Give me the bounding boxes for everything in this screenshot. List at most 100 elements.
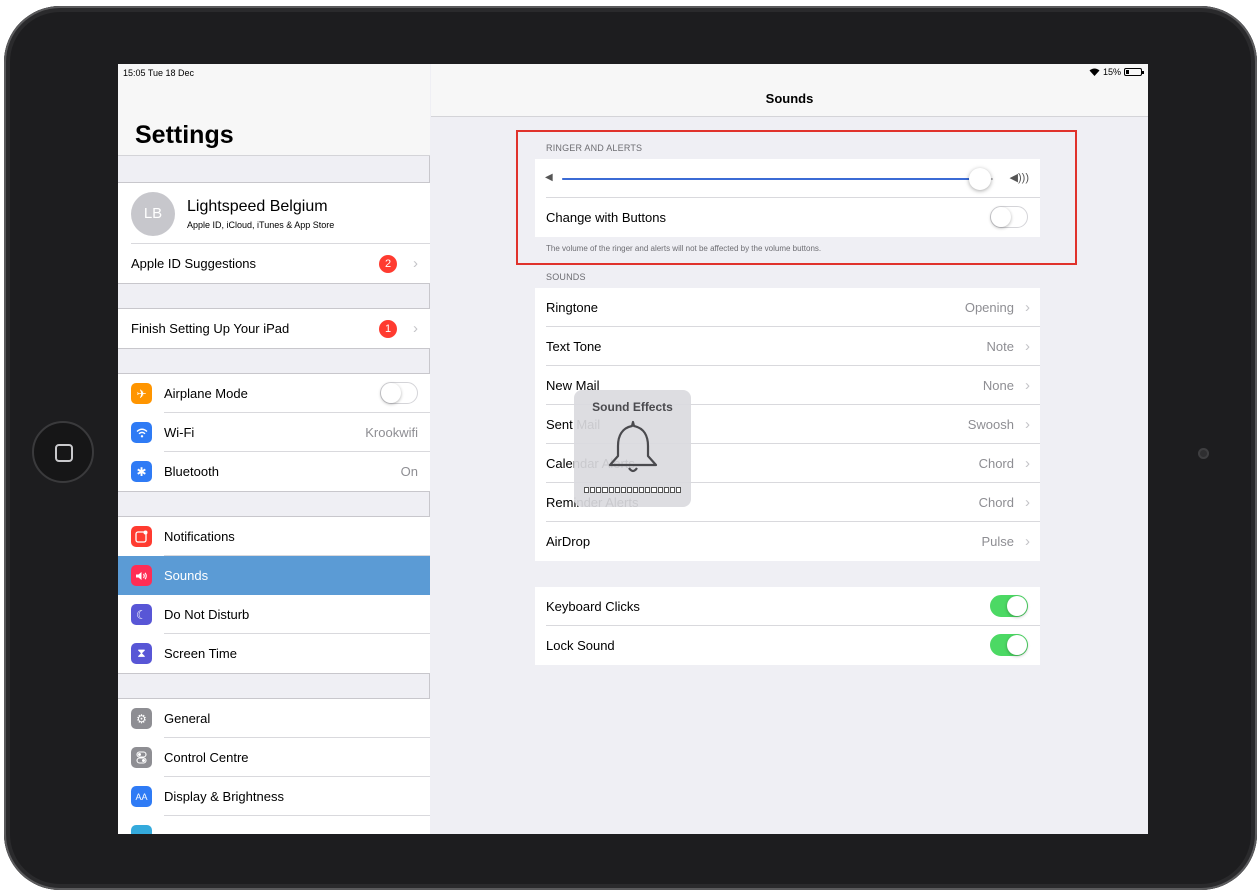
chevron-right-icon: › — [1025, 299, 1030, 316]
hud-level-segment — [596, 487, 602, 493]
notifications-icon — [131, 526, 152, 547]
sound-row-value: Note — [986, 339, 1014, 354]
chevron-right-icon: › — [413, 320, 418, 337]
sidebar-item-finish-setup[interactable]: Finish Setting Up Your iPad 1 › — [118, 309, 430, 348]
account-group: LB Lightspeed Belgium Apple ID, iCloud, … — [118, 182, 430, 284]
sidebar-item-airplane-mode[interactable]: ✈ Airplane Mode — [118, 374, 430, 413]
sidebar-item-notifications[interactable]: Notifications — [118, 517, 430, 556]
hud-level-segment — [651, 487, 657, 493]
hud-level-segment — [639, 487, 645, 493]
sidebar-item-label: Wi-Fi — [164, 425, 195, 440]
keyboard-clicks-label: Keyboard Clicks — [546, 599, 640, 614]
moon-icon: ☾ — [131, 604, 152, 625]
hud-level-segment — [657, 487, 663, 493]
sidebar-item-label: Apple ID Suggestions — [131, 256, 257, 271]
sidebar-item-display-brightness[interactable]: AA Display & Brightness — [118, 777, 430, 816]
hud-level-segment — [602, 487, 608, 493]
sidebar-item-label: Display & Brightness — [164, 789, 284, 804]
sound-row-value: Swoosh — [967, 417, 1014, 432]
sidebar-item-label: Do Not Disturb — [164, 607, 250, 622]
hud-level-segment — [584, 487, 590, 493]
airplane-icon: ✈ — [131, 383, 152, 404]
setup-group: Finish Setting Up Your iPad 1 › — [118, 308, 430, 349]
sidebar-item-control-centre[interactable]: Control Centre — [118, 738, 430, 777]
chevron-right-icon: › — [1025, 533, 1030, 550]
wifi-network-value: Krookwifi — [365, 425, 418, 440]
bluetooth-value: On — [400, 464, 418, 479]
apple-id-profile[interactable]: LB Lightspeed Belgium Apple ID, iCloud, … — [118, 183, 430, 244]
hud-level-segment — [626, 487, 632, 493]
sound-row-value: Chord — [978, 495, 1014, 510]
profile-name: Lightspeed Belgium — [187, 197, 328, 215]
hourglass-icon: ⧗ — [131, 643, 152, 664]
sidebar-item-wallpaper-partial[interactable] — [118, 816, 430, 834]
gear-icon: ⚙ — [131, 708, 152, 729]
sound-row-label: AirDrop — [546, 534, 591, 549]
sound-row-value: None — [982, 378, 1014, 393]
keyboard-clicks-toggle[interactable] — [990, 595, 1028, 617]
annotation-highlight-box — [516, 130, 1077, 265]
hud-level-segment — [620, 487, 626, 493]
sidebar-item-screen-time[interactable]: ⧗ Screen Time — [118, 634, 430, 673]
notification-badge: 2 — [379, 254, 397, 273]
hud-volume-level — [584, 487, 681, 493]
notification-badge: 1 — [379, 319, 397, 338]
hud-level-segment — [633, 487, 639, 493]
sound-row-label: Text Tone — [546, 339, 602, 354]
bell-icon — [608, 420, 658, 473]
settings-sidebar: Settings LB Lightspeed Belgium Apple ID,… — [118, 64, 430, 834]
sound-row-value: Chord — [978, 456, 1014, 471]
status-time: 15:05 Tue 18 Dec — [123, 68, 195, 78]
chevron-right-icon: › — [413, 255, 418, 272]
home-button[interactable] — [32, 421, 94, 483]
battery-icon — [1124, 68, 1144, 76]
alerts-group: Notifications Sounds ☾ Do Not Disturb ⧗ … — [118, 516, 430, 674]
hud-level-segment — [590, 487, 596, 493]
status-bar: 15:05 Tue 18 Dec 15% — [118, 64, 1148, 82]
sound-row-value: Pulse — [981, 534, 1014, 549]
clicks-group: Keyboard Clicks Lock Sound — [535, 587, 1040, 665]
lock-sound-row: Lock Sound — [535, 626, 1040, 665]
detail-title: Sounds — [765, 91, 814, 106]
chevron-right-icon: › — [1025, 338, 1030, 355]
front-camera — [1198, 448, 1209, 459]
sidebar-item-wifi[interactable]: Wi-Fi Krookwifi — [118, 413, 430, 452]
sound-effects-volume-hud: Sound Effects — [574, 390, 691, 507]
keyboard-clicks-row: Keyboard Clicks — [535, 587, 1040, 626]
hud-level-segment — [675, 487, 681, 493]
sound-row-value: Opening — [964, 300, 1014, 315]
avatar: LB — [131, 191, 175, 236]
sound-row-ringtone[interactable]: Ringtone Opening › — [535, 288, 1040, 327]
sound-row-label: Ringtone — [546, 300, 599, 315]
hud-level-segment — [608, 487, 614, 493]
hud-level-segment — [645, 487, 651, 493]
sidebar-item-label: Bluetooth — [164, 464, 219, 479]
sidebar-item-label: Airplane Mode — [164, 386, 248, 401]
hud-level-segment — [663, 487, 669, 493]
sidebar-item-label: General — [164, 711, 211, 726]
hud-level-segment — [669, 487, 675, 493]
wifi-icon — [131, 422, 152, 443]
sidebar-item-general[interactable]: ⚙ General — [118, 699, 430, 738]
sound-row-airdrop[interactable]: AirDrop Pulse › — [535, 522, 1040, 561]
connectivity-group: ✈ Airplane Mode Wi-Fi Krookwifi ✱ Blueto… — [118, 373, 430, 492]
sidebar-item-do-not-disturb[interactable]: ☾ Do Not Disturb — [118, 595, 430, 634]
sound-row-text-tone[interactable]: Text Tone Note › — [535, 327, 1040, 366]
sidebar-item-apple-id-suggestions[interactable]: Apple ID Suggestions 2 › — [118, 244, 430, 283]
sidebar-item-label: Finish Setting Up Your iPad — [131, 321, 290, 336]
airplane-mode-toggle[interactable] — [380, 382, 418, 404]
chevron-right-icon: › — [1025, 377, 1030, 394]
bluetooth-icon: ✱ — [131, 461, 152, 482]
text-size-icon: AA — [131, 786, 152, 807]
speaker-icon — [131, 565, 152, 586]
sidebar-item-label: Sounds — [164, 568, 209, 583]
sidebar-item-label: Screen Time — [164, 646, 237, 661]
hud-title: Sound Effects — [592, 400, 673, 414]
system-group: ⚙ General Control Centre AA Display & Br… — [118, 698, 430, 834]
lock-sound-label: Lock Sound — [546, 638, 615, 653]
sidebar-item-label: Control Centre — [164, 750, 249, 765]
chevron-right-icon: › — [1025, 455, 1030, 472]
lock-sound-toggle[interactable] — [990, 634, 1028, 656]
sidebar-item-bluetooth[interactable]: ✱ Bluetooth On — [118, 452, 430, 491]
sidebar-item-sounds[interactable]: Sounds — [118, 556, 430, 595]
